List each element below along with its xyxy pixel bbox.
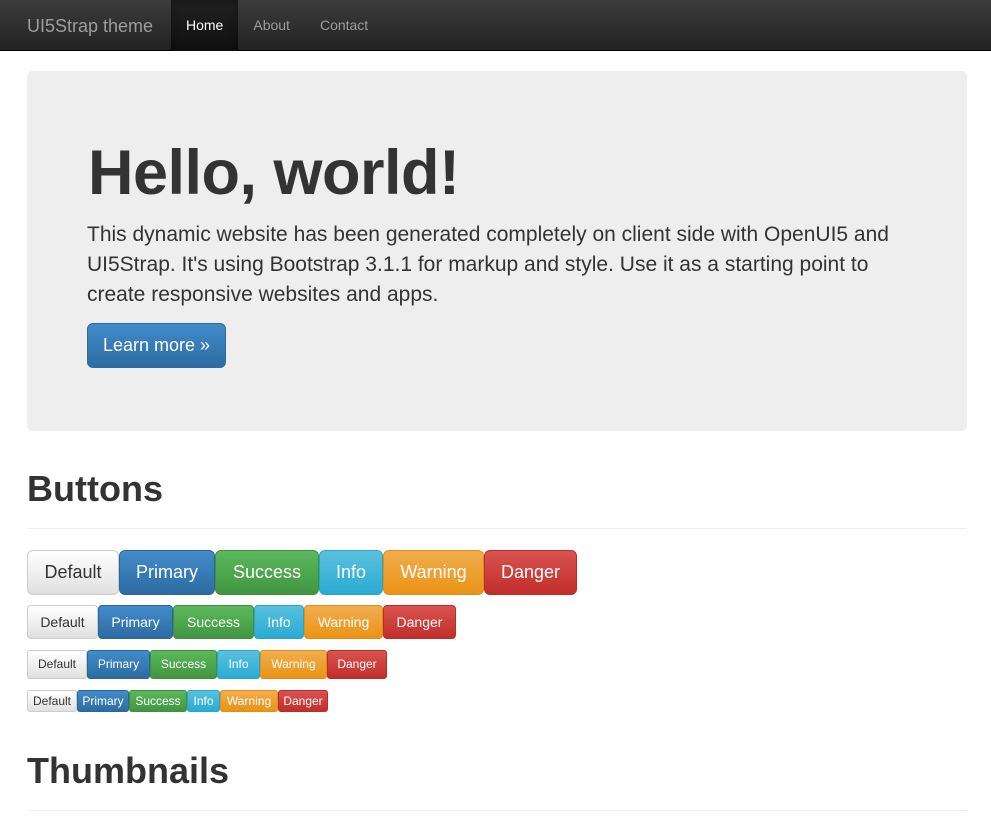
- danger-button-medium[interactable]: Danger: [383, 605, 456, 639]
- warning-button-large[interactable]: Warning: [383, 550, 484, 595]
- success-button-xs[interactable]: Success: [129, 690, 187, 712]
- thumbnails-heading: Thumbnails: [27, 750, 230, 791]
- danger-button-large[interactable]: Danger: [484, 550, 577, 595]
- nav-item-about[interactable]: About: [238, 0, 305, 51]
- jumbotron-heading: Hello, world!: [88, 138, 460, 208]
- success-button-medium[interactable]: Success: [173, 605, 254, 639]
- jumbotron: Hello, world! This dynamic website has b…: [27, 71, 967, 431]
- danger-button-small[interactable]: Danger: [327, 650, 387, 679]
- primary-button-large[interactable]: Primary: [119, 550, 215, 595]
- button-row-small: Default Primary Success Info Warning Dan…: [27, 650, 387, 679]
- default-button-medium[interactable]: Default: [27, 605, 98, 639]
- jumbotron-text: This dynamic website has been generated …: [87, 223, 889, 306]
- info-button-large[interactable]: Info: [319, 550, 383, 595]
- primary-button-small[interactable]: Primary: [87, 650, 150, 679]
- info-button-medium[interactable]: Info: [254, 605, 304, 639]
- danger-button-xs[interactable]: Danger: [278, 690, 328, 712]
- button-row-medium: Default Primary Success Info Warning Dan…: [27, 605, 456, 639]
- learn-more-button[interactable]: Learn more »: [87, 323, 226, 368]
- default-button-large[interactable]: Default: [27, 550, 119, 595]
- nav-item-contact[interactable]: Contact: [305, 0, 383, 51]
- buttons-heading: Buttons: [27, 468, 163, 509]
- primary-button-medium[interactable]: Primary: [98, 605, 173, 639]
- button-row-extra-small: Default Primary Success Info Warning Dan…: [27, 690, 328, 712]
- warning-button-xs[interactable]: Warning: [220, 690, 278, 712]
- info-button-xs[interactable]: Info: [187, 690, 220, 712]
- button-row-large: Default Primary Success Info Warning Dan…: [27, 550, 577, 595]
- navbar: UI5Strap theme Home About Contact: [0, 0, 991, 51]
- info-button-small[interactable]: Info: [217, 650, 260, 679]
- buttons-divider: [27, 528, 967, 529]
- nav-item-home[interactable]: Home: [171, 0, 239, 51]
- warning-button-small[interactable]: Warning: [260, 650, 327, 679]
- default-button-xs[interactable]: Default: [27, 690, 77, 712]
- default-button-small[interactable]: Default: [27, 650, 87, 679]
- navbar-brand[interactable]: UI5Strap theme: [27, 0, 153, 51]
- success-button-large[interactable]: Success: [215, 550, 319, 595]
- success-button-small[interactable]: Success: [150, 650, 217, 679]
- navbar-nav: Home About Contact: [171, 0, 383, 51]
- thumbnails-divider: [27, 810, 967, 811]
- primary-button-xs[interactable]: Primary: [77, 690, 129, 712]
- warning-button-medium[interactable]: Warning: [304, 605, 383, 639]
